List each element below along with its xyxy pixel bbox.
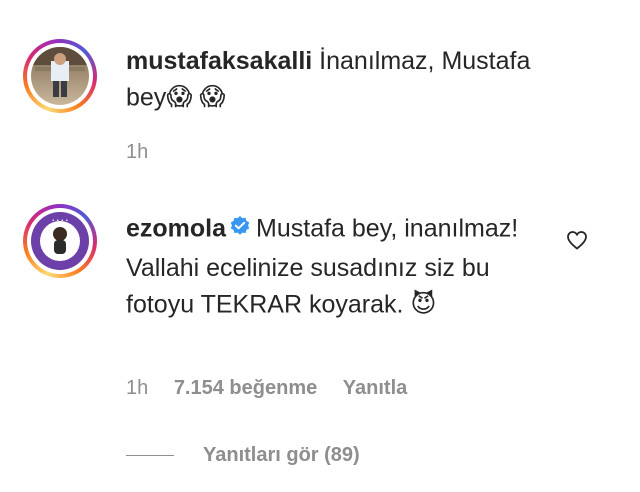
avatar-mustafaksakalli[interactable] xyxy=(23,39,97,113)
likes-count[interactable]: 7.154 beğenme xyxy=(174,377,317,399)
scream-emoji: 😱 xyxy=(166,83,193,111)
reply-button[interactable]: Yanıtla xyxy=(343,377,407,399)
comment-username[interactable]: mustafaksakalli xyxy=(126,47,312,75)
svg-text:• • • •: • • • • xyxy=(52,218,69,224)
replies-divider xyxy=(126,455,174,456)
avatar-ezomola[interactable]: • • • • xyxy=(23,204,97,278)
view-replies-button[interactable]: Yanıtları gör (89) xyxy=(203,442,360,468)
heart-outline-icon[interactable] xyxy=(565,228,589,252)
devil-emoji: 😈 xyxy=(410,290,437,318)
verified-badge-icon xyxy=(230,210,250,246)
scream-emoji: 😱 xyxy=(199,83,226,111)
comment-time[interactable]: 1h xyxy=(126,377,148,399)
comment-time[interactable]: 1h xyxy=(126,141,148,163)
comment-username[interactable]: ezomola xyxy=(126,215,226,243)
